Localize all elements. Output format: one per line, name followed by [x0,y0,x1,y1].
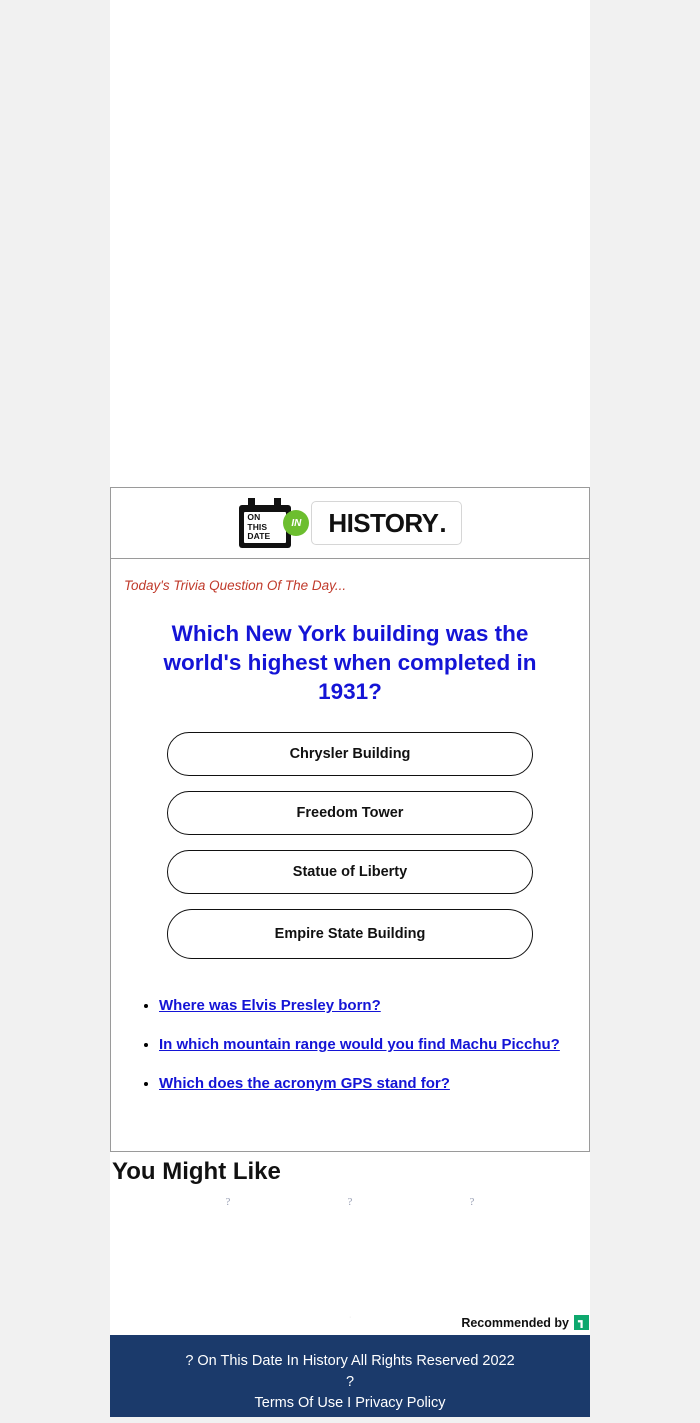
broken-image-icon: ? [347,1196,353,1208]
list-item: Where was Elvis Presley born? [159,991,589,1020]
trivia-card-body: Today's Trivia Question Of The Day... Wh… [111,578,589,1098]
separator-dot-icon: · [349,1314,352,1321]
terms-of-use-link[interactable]: Terms Of Use [255,1395,344,1411]
answer-option-1[interactable]: Chrysler Building [167,732,533,776]
recommendation-card-1[interactable]: ? [168,1192,288,1210]
broken-image-icon: ? [469,1196,475,1208]
recommendation-card-2[interactable]: ? [290,1192,410,1210]
recommended-by-label: Recommended by [461,1315,569,1330]
page-root: ON THIS DATE IN HISTORY . Today's Trivia… [0,0,700,1423]
privacy-policy-link[interactable]: Privacy Policy [355,1395,445,1411]
site-logo[interactable]: ON THIS DATE IN HISTORY . [238,498,462,548]
related-question-link-1[interactable]: Where was Elvis Presley born? [159,997,381,1014]
content-column: ON THIS DATE IN HISTORY . Today's Trivia… [110,0,590,1335]
site-header: ON THIS DATE IN HISTORY . [111,488,589,559]
answer-option-2[interactable]: Freedom Tower [167,791,533,835]
answer-option-3[interactable]: Statue of Liberty [167,850,533,894]
related-questions-list: Where was Elvis Presley born? In which m… [111,991,589,1098]
footer-copyright: ? On This Date In History All Rights Res… [185,1353,515,1369]
history-wordmark-dot: . [439,507,447,538]
list-item: In which mountain range would you find M… [159,1030,589,1059]
outbrain-logo-icon: ┓ [574,1315,589,1330]
trivia-card: ON THIS DATE IN HISTORY . Today's Trivia… [110,487,590,1152]
list-item: Which does the acronym GPS stand for? [159,1069,589,1098]
render-artifact-icon [348,474,354,482]
recommendation-attribution[interactable]: Recommended by ┓ [461,1315,589,1330]
history-wordmark: HISTORY [328,507,439,538]
recommendations-heading: You Might Like [112,1158,281,1185]
trivia-kicker: Today's Trivia Question Of The Day... [124,578,347,593]
answer-option-4[interactable]: Empire State Building [167,909,533,959]
logo-line-date: DATE [247,531,271,542]
recommendation-card-3[interactable]: ? [412,1192,532,1210]
site-footer: ? On This Date In History All Rights Res… [110,1335,590,1417]
recommendations-section: You Might Like ? ? ? · Recommended by ┓ [110,1152,590,1335]
footer-links: Terms Of Use I Privacy Policy [110,1393,590,1414]
related-question-link-2[interactable]: In which mountain range would you find M… [159,1036,560,1053]
answer-options-list: Chrysler Building Freedom Tower Statue o… [111,732,589,959]
recommendations-grid: ? ? ? · [110,1192,590,1321]
question-text: Which New York building was the world's … [163,621,537,704]
footer-link-divider: I [347,1395,352,1411]
calendar-text-panel: ON THIS DATE [244,512,287,543]
history-wordmark-box: HISTORY . [311,501,462,545]
broken-image-icon: ? [225,1196,231,1208]
related-question-link-3[interactable]: Which does the acronym GPS stand for? [159,1075,450,1092]
top-ad-blank-area [110,0,590,487]
in-badge-icon: IN [283,510,310,536]
footer-mark: ? [345,1374,355,1390]
